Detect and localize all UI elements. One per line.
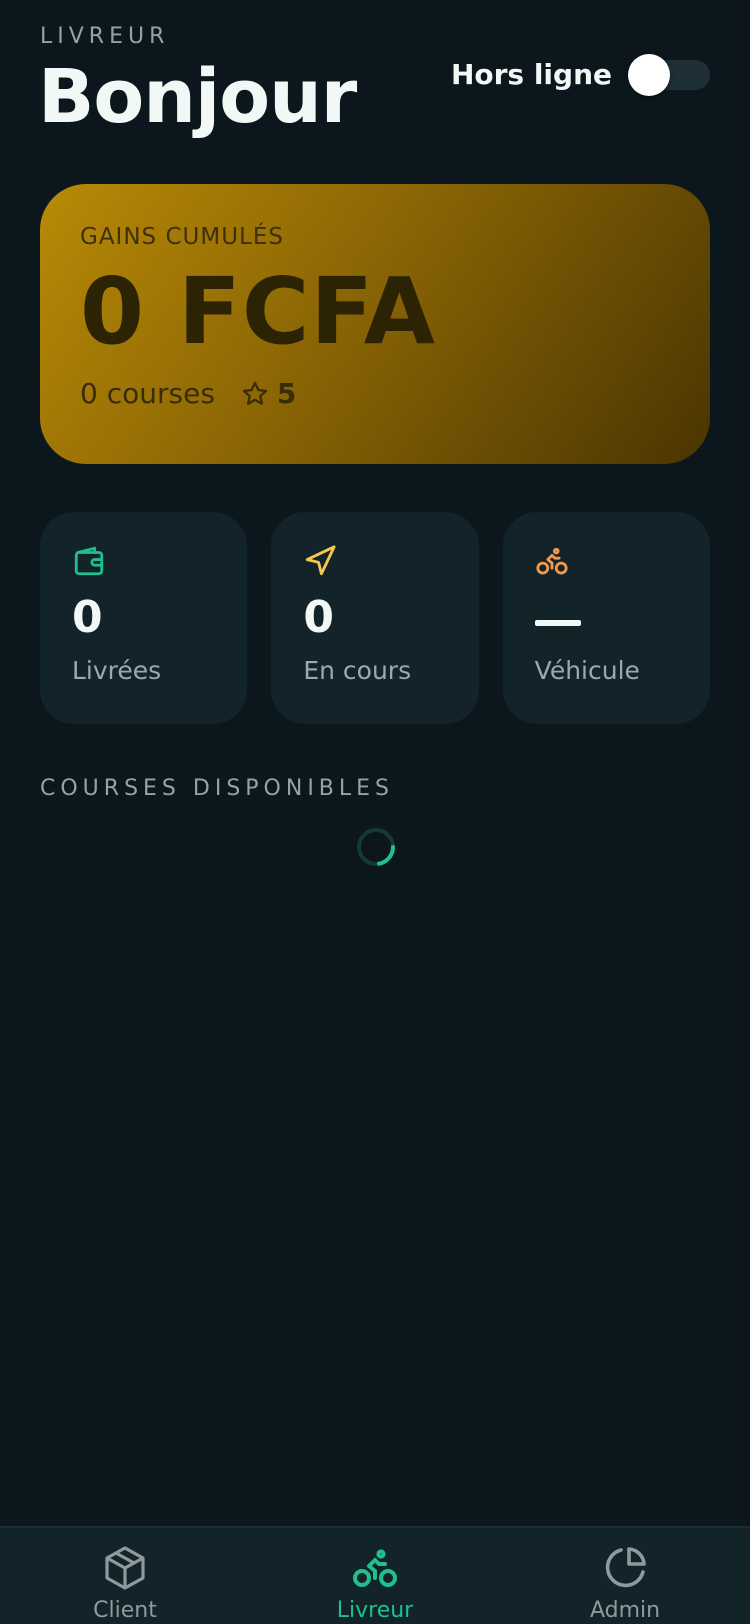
- online-toggle[interactable]: [628, 53, 710, 96]
- bottom-nav: Client Livreur Admin: [0, 1526, 750, 1624]
- stat-card-delivered[interactable]: 0 Livrées: [40, 512, 248, 724]
- nav-item-admin[interactable]: Admin: [525, 1528, 725, 1623]
- stat-label: En cours: [303, 656, 412, 685]
- nav-item-livreur[interactable]: Livreur: [275, 1528, 475, 1623]
- package-icon: [105, 1546, 145, 1590]
- availability-status: Hors ligne: [450, 53, 710, 96]
- stats-row: 0 Livrées 0 En cours Véhicule: [40, 512, 710, 724]
- bicycle-icon: [353, 1549, 397, 1587]
- stat-card-vehicle[interactable]: Véhicule: [502, 512, 710, 724]
- rating: 5: [241, 377, 296, 410]
- stat-label: Véhicule: [534, 656, 640, 685]
- stat-label: Livrées: [72, 656, 162, 685]
- loading-spinner: [357, 828, 395, 866]
- bicycle-icon: [536, 547, 568, 575]
- navigation-arrow-icon: [306, 545, 336, 576]
- stat-card-in-progress[interactable]: 0 En cours: [271, 512, 479, 724]
- toggle-knob: [628, 53, 670, 96]
- wallet-icon: [74, 546, 104, 576]
- stat-value: 0: [303, 592, 334, 643]
- section-title: COURSES DISPONIBLES: [40, 776, 395, 801]
- role-label: LIVREUR: [40, 24, 170, 49]
- pie-chart-icon: [605, 1547, 646, 1588]
- earnings-label: GAINS CUMULÉS: [80, 224, 284, 250]
- earnings-amount: 0 FCFA: [80, 258, 436, 365]
- page-title: Bonjour: [38, 54, 357, 140]
- vehicle-empty-dash: [534, 620, 581, 626]
- courses-count: 0 courses: [80, 377, 215, 410]
- stat-value: 0: [72, 592, 103, 643]
- rating-value: 5: [276, 377, 297, 410]
- earnings-meta: 0 courses 5: [80, 377, 670, 410]
- driver-dashboard: LIVREUR Bonjour Hors ligne GAINS CUMULÉS…: [0, 0, 750, 1624]
- earnings-card: GAINS CUMULÉS 0 FCFA 0 courses 5: [40, 184, 710, 464]
- nav-item-client[interactable]: Client: [25, 1528, 225, 1623]
- star-icon: [242, 381, 268, 405]
- nav-label: Admin: [589, 1598, 661, 1623]
- nav-label: Livreur: [336, 1598, 414, 1623]
- nav-label: Client: [93, 1598, 157, 1623]
- status-label: Hors ligne: [450, 58, 612, 91]
